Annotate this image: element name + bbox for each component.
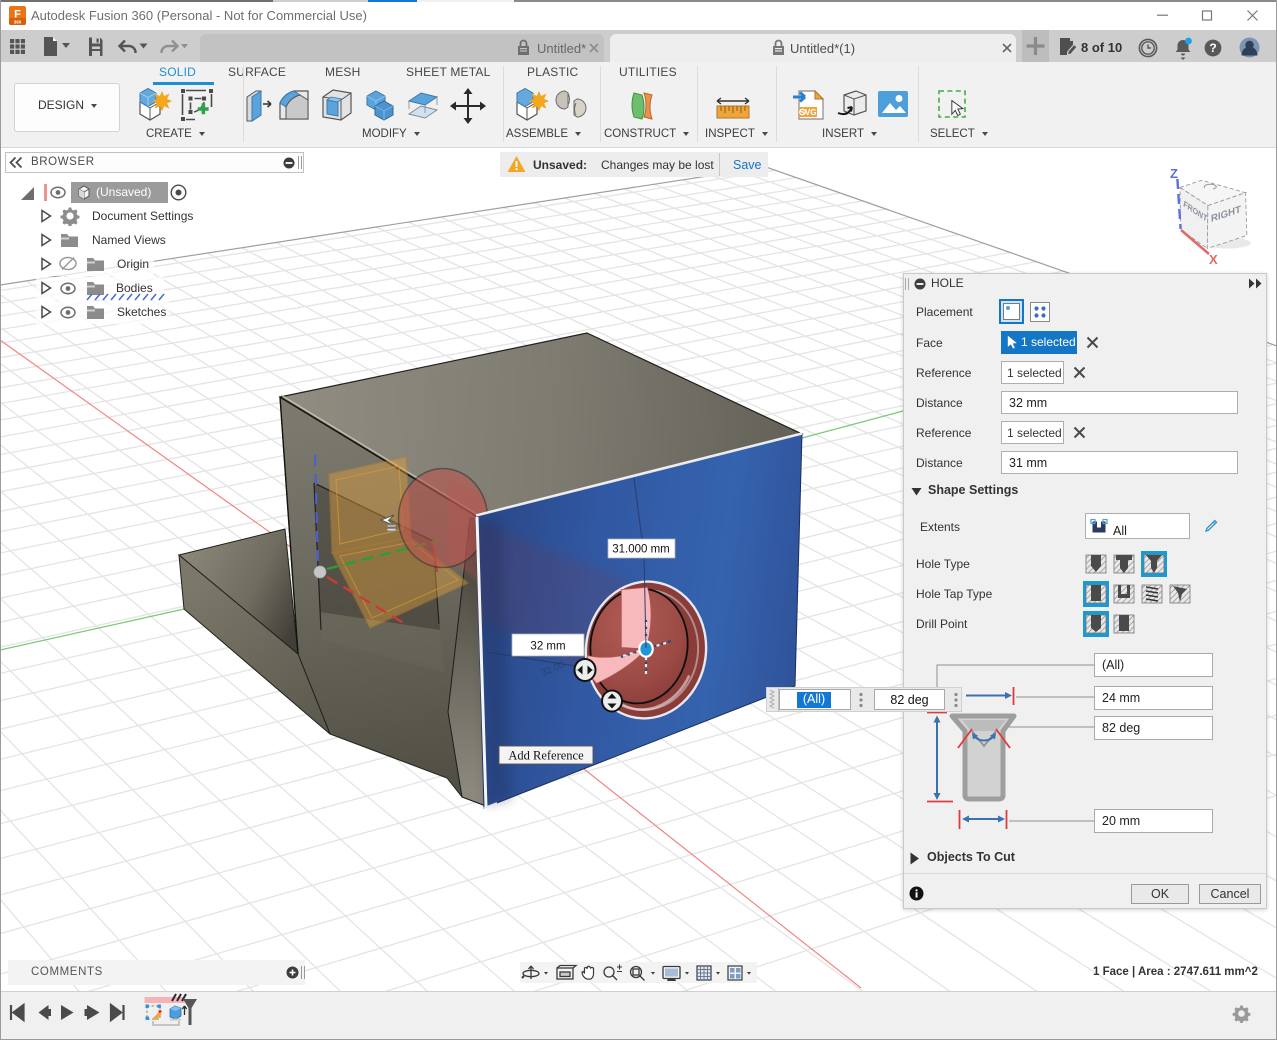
svg-text:32 mm: 32 mm [530, 641, 565, 653]
svg-text:Add Reference: Add Reference [508, 749, 584, 763]
svg-text:?: ? [1209, 41, 1216, 55]
svg-text:360: 360 [14, 20, 22, 25]
svg-text:Z: Z [1170, 166, 1178, 181]
svg-text:31.000 mm: 31.000 mm [612, 544, 670, 556]
svg-text:X: X [1209, 252, 1218, 267]
